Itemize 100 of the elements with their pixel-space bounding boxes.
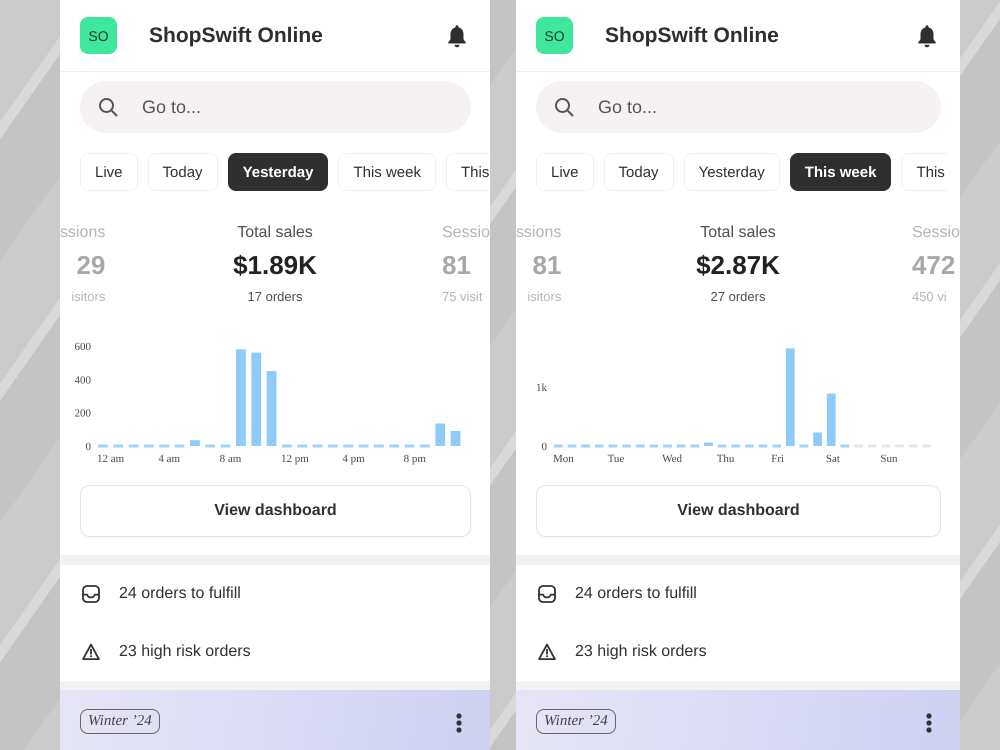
task-item[interactable]: 24 orders to fulfill (516, 565, 960, 623)
search-field[interactable]: Go to... (536, 81, 941, 133)
metric-value: 81 (442, 249, 471, 281)
zero-bar (663, 444, 672, 448)
promo-banner[interactable]: Winter ’24 (60, 690, 490, 750)
metric-detail: 17 orders (248, 288, 302, 306)
zero-bar (581, 444, 590, 448)
zero-bar (676, 444, 686, 448)
zero-bar (622, 444, 631, 448)
task-item[interactable]: 24 orders to fulfill (60, 565, 490, 623)
task-item[interactable]: 23 high risk orders (60, 623, 490, 681)
metric-detail: isitors (71, 288, 106, 306)
axis-label: 4 am (158, 453, 180, 465)
zero-bar (282, 444, 292, 448)
axis-label: 600 (74, 341, 91, 353)
metric-value: 81 (532, 249, 562, 281)
metric-value: 29 (76, 249, 106, 281)
zero-bar (220, 444, 230, 448)
chart-bar (190, 440, 200, 446)
search-field[interactable]: Go to... (80, 81, 471, 133)
bell-icon[interactable] (917, 24, 937, 48)
store-logo[interactable]: SO (80, 17, 117, 54)
metric-label: Total sales (700, 223, 776, 243)
axis-label: Wed (662, 453, 682, 465)
axis-label: 200 (74, 408, 91, 420)
axis-label: Thu (716, 453, 734, 465)
metric-label: ssions (60, 223, 106, 243)
period-tab[interactable]: This (446, 153, 490, 191)
zero-bar (731, 444, 740, 448)
axis-label: Mon (553, 453, 574, 465)
zero-bar (113, 444, 124, 448)
store-name: ShopSwift Online (605, 24, 780, 48)
period-tab[interactable]: Today (604, 153, 674, 191)
task-item[interactable]: 23 high risk orders (516, 623, 960, 681)
zero-bar (358, 444, 368, 448)
season-badge: Winter ’24 (80, 709, 160, 734)
search-icon (554, 97, 574, 117)
metric-detail: 27 orders (710, 288, 766, 306)
zero-bar (568, 444, 576, 448)
zero-bar (594, 444, 604, 448)
metric-label: ssions (516, 223, 562, 243)
axis-label: Fri (771, 453, 784, 465)
zero-bar (98, 444, 108, 448)
axis-label: 12 am (97, 453, 124, 465)
axis-label: Sat (826, 453, 840, 465)
axis-label: Sun (880, 453, 898, 465)
period-tab[interactable]: Yesterday (684, 153, 780, 191)
metric-value: $2.87K (696, 249, 780, 281)
zero-bar (690, 444, 700, 448)
zero-bar (205, 444, 216, 448)
zero-bar (772, 444, 782, 448)
zero-bar (312, 444, 322, 448)
metric-detail: 450 vi (912, 288, 947, 306)
metric-label: Total sales (237, 223, 313, 243)
zero-bar (650, 444, 658, 448)
metric-label: Sessio (912, 223, 960, 243)
inbox-icon (538, 585, 556, 603)
axis-label: 8 am (220, 453, 242, 465)
search-icon (98, 97, 118, 117)
period-tab[interactable]: This week (338, 153, 436, 191)
zero-bar (404, 444, 414, 448)
store-logo[interactable]: SO (536, 17, 573, 54)
zero-bar (745, 444, 754, 448)
zero-bar (328, 444, 338, 448)
axis-label: 12 pm (281, 453, 309, 465)
axis-label: 0 (542, 441, 547, 453)
zero-bar (800, 444, 808, 448)
axis-label: 400 (74, 374, 91, 386)
more-icon[interactable] (456, 713, 462, 733)
zero-bar (718, 444, 726, 448)
zero-bar (144, 444, 154, 448)
inbox-icon (82, 585, 100, 603)
zero-bar (758, 444, 768, 448)
bell-icon[interactable] (447, 24, 467, 48)
zero-bar (840, 444, 850, 448)
period-tab[interactable]: Today (148, 153, 218, 191)
view-dashboard-button[interactable]: View dashboard (80, 485, 471, 537)
period-tab[interactable]: Yesterday (228, 153, 328, 191)
promo-banner[interactable]: Winter ’24 (516, 690, 960, 750)
period-tab[interactable]: Live (536, 153, 594, 191)
zero-bar (343, 444, 354, 448)
axis-label: 8 pm (404, 453, 426, 465)
store-name: ShopSwift Online (149, 24, 324, 48)
zero-bar (297, 444, 308, 448)
zero-bar (159, 444, 170, 448)
chart-bar (435, 424, 446, 446)
axis-label: 0 (86, 441, 91, 453)
more-icon[interactable] (926, 713, 932, 733)
axis-label: Tue (608, 453, 624, 465)
period-tab[interactable]: Live (80, 153, 138, 191)
season-badge: Winter ’24 (536, 709, 616, 734)
chart-bar (450, 431, 460, 446)
zero-bar (608, 444, 618, 448)
period-tab[interactable]: This (901, 153, 948, 191)
view-dashboard-button[interactable]: View dashboard (536, 485, 941, 537)
period-tab[interactable]: This week (790, 153, 892, 191)
chart-bar (704, 442, 713, 446)
zero-bar (389, 444, 400, 448)
zero-bar (174, 444, 184, 448)
axis-label: 4 pm (342, 453, 365, 465)
